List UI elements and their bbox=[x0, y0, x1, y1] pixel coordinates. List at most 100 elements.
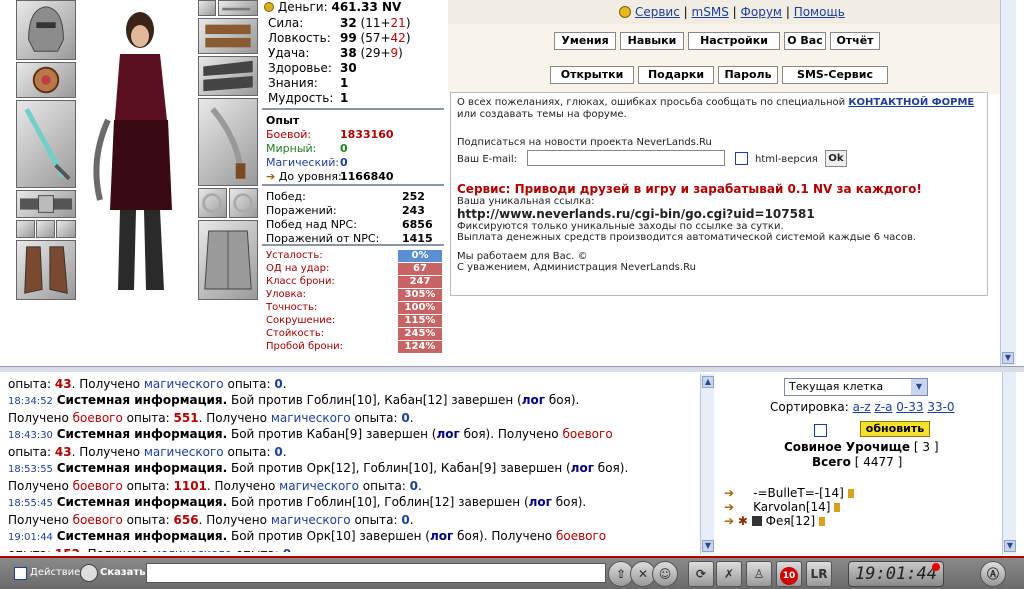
scroll-down-icon[interactable]: ▼ bbox=[1004, 540, 1016, 552]
chat-system-label: Системная информация. bbox=[56, 529, 228, 543]
battle-label: Побед: bbox=[266, 190, 306, 203]
helmet-slot[interactable] bbox=[16, 0, 76, 60]
tab-about[interactable]: О Вас bbox=[784, 32, 826, 50]
chat-system-label: Системная информация. bbox=[56, 427, 228, 441]
info-icon[interactable] bbox=[847, 489, 854, 498]
sort-za[interactable]: z-a bbox=[874, 400, 892, 414]
log-link[interactable]: лог bbox=[522, 393, 545, 407]
chat-scrollbar[interactable]: ▲ ▼ bbox=[700, 374, 714, 554]
alert-dot-icon bbox=[932, 563, 940, 571]
stat-close: ) bbox=[398, 46, 403, 60]
chat-message: 18:53:55 Системная информация. Бой проти… bbox=[8, 461, 629, 475]
bracers-slot[interactable] bbox=[198, 18, 258, 54]
menu-scrollbar[interactable]: ▼ bbox=[1000, 0, 1016, 366]
log-link[interactable]: лог bbox=[430, 529, 453, 543]
scroll-down-icon[interactable]: ▼ bbox=[1002, 352, 1014, 364]
ok-button[interactable]: Ok bbox=[825, 150, 847, 167]
arrow-right-icon[interactable]: ➔ bbox=[724, 486, 734, 500]
badge-icon[interactable]: 10 bbox=[776, 561, 802, 587]
arrow-right-icon[interactable]: ➔ bbox=[724, 514, 734, 528]
chat-time[interactable]: 18:34:52 bbox=[8, 396, 53, 407]
player-name[interactable]: -=BulleT=-[14] bbox=[753, 486, 844, 500]
param-value: 100% bbox=[398, 302, 442, 314]
sort-0-33[interactable]: 0-33 bbox=[896, 400, 923, 414]
player-name[interactable]: Karvolan[14] bbox=[753, 500, 830, 514]
tab-password[interactable]: Пароль bbox=[718, 66, 778, 84]
boots-slot[interactable] bbox=[16, 240, 76, 300]
chat-time[interactable]: 18:55:45 bbox=[8, 498, 53, 509]
players-scrollbar[interactable]: ▼ bbox=[1002, 372, 1016, 554]
subscribe-text: Подписаться на новости проекта NeverLand… bbox=[457, 137, 712, 148]
tab-abilities[interactable]: Навыки bbox=[620, 32, 684, 50]
players-panel: Текущая клетка ▼ Сортировка: a-z z-a 0-3… bbox=[714, 372, 1016, 554]
chat-line: опыта: 43. Получено магического опыта: 0… bbox=[8, 377, 287, 391]
param-label: Уловка: bbox=[266, 289, 307, 300]
param-label: Пробой брони: bbox=[266, 341, 343, 352]
action-checkbox[interactable] bbox=[14, 567, 27, 580]
tab-sms-service[interactable]: SMS-Сервис bbox=[782, 66, 888, 84]
link-service[interactable]: Сервис bbox=[635, 5, 680, 19]
unique-link-label: Ваша уникальная ссылка: bbox=[457, 196, 595, 207]
ring-slot-2[interactable] bbox=[36, 220, 55, 238]
stat-base: (57+ bbox=[356, 31, 391, 45]
ring-slot-4[interactable] bbox=[198, 188, 227, 218]
scroll-down-icon[interactable]: ▼ bbox=[702, 540, 714, 552]
log-link[interactable]: лог bbox=[436, 427, 459, 441]
tab-gifts[interactable]: Подарки bbox=[638, 66, 714, 84]
link-forum[interactable]: Форум bbox=[741, 5, 782, 19]
lr-icon[interactable]: LR bbox=[806, 561, 832, 587]
link-help[interactable]: Помощь bbox=[794, 5, 845, 19]
info-icon[interactable] bbox=[834, 503, 841, 512]
refresh-icon[interactable]: ⟳ bbox=[688, 561, 714, 587]
arrow-right-icon[interactable]: ➔ bbox=[724, 500, 734, 514]
armor-icon bbox=[204, 230, 252, 290]
link-msms[interactable]: mSMS bbox=[692, 5, 729, 19]
tab-cards[interactable]: Открытки bbox=[550, 66, 634, 84]
logo-icon[interactable]: Ⓐ bbox=[980, 561, 1006, 587]
refresh-button[interactable]: обновить bbox=[860, 421, 930, 437]
tab-settings[interactable]: Настройки bbox=[688, 32, 780, 50]
chat-time[interactable]: 18:43:30 bbox=[8, 430, 53, 441]
exp-magic-label: Магический: bbox=[266, 156, 340, 169]
player-name[interactable]: Фея[12] bbox=[766, 514, 816, 528]
amulet-slot[interactable] bbox=[16, 62, 76, 98]
log-link[interactable]: лог bbox=[571, 461, 594, 475]
chat-input[interactable] bbox=[146, 563, 606, 583]
gloves-slot-small[interactable] bbox=[198, 0, 216, 16]
player-item[interactable]: ➔ -=BulleT=-[14] bbox=[724, 486, 854, 500]
log-link[interactable]: лог bbox=[529, 495, 552, 509]
refresh-checkbox[interactable] bbox=[814, 424, 827, 437]
tab-report[interactable]: Отчёт bbox=[830, 32, 880, 50]
ring-slot-3[interactable] bbox=[56, 220, 76, 238]
place-name: Совиное Урочище bbox=[784, 440, 911, 454]
belt-slot[interactable] bbox=[16, 190, 76, 218]
sort-az[interactable]: a-z bbox=[853, 400, 871, 414]
player-item[interactable]: ➔ Karvolan[14] bbox=[724, 500, 841, 514]
chevron-down-icon[interactable]: ▼ bbox=[911, 379, 927, 395]
weapon-left-slot[interactable] bbox=[16, 100, 76, 188]
ring-slot-5[interactable] bbox=[229, 188, 258, 218]
weapon-right-slot[interactable] bbox=[198, 98, 258, 186]
scroll-up-icon[interactable]: ▲ bbox=[702, 376, 714, 388]
chat-time[interactable]: 18:53:55 bbox=[8, 464, 53, 475]
player-item[interactable]: ➔ ✱ Фея[12] bbox=[724, 514, 826, 528]
smile-icon[interactable]: ☺ bbox=[652, 561, 678, 587]
contact-form-link[interactable]: КОНТАКТНОЙ ФОРМЕ bbox=[848, 97, 974, 108]
sort-33-0[interactable]: 33-0 bbox=[927, 400, 954, 414]
armor-slot[interactable] bbox=[198, 220, 258, 300]
html-checkbox[interactable] bbox=[735, 152, 748, 165]
chat-time[interactable]: 19:01:44 bbox=[8, 532, 53, 543]
stat-value-row: 38 (29+9) bbox=[340, 46, 403, 60]
dagger-slot[interactable] bbox=[218, 0, 258, 16]
tab-skills[interactable]: Умения bbox=[554, 32, 616, 50]
email-input[interactable] bbox=[527, 150, 725, 166]
bug-icon: ✱ bbox=[737, 514, 748, 528]
person-icon[interactable]: ♙ bbox=[746, 561, 772, 587]
ring-slot-1[interactable] bbox=[16, 220, 35, 238]
gauntlets-slot[interactable] bbox=[198, 56, 258, 96]
link-separator: | bbox=[683, 5, 688, 19]
cross-swords-icon[interactable]: ✗ bbox=[716, 561, 742, 587]
unique-link[interactable]: http://www.neverlands.ru/cgi-bin/go.cgi?… bbox=[457, 207, 981, 221]
info-icon[interactable] bbox=[819, 517, 826, 526]
location-select[interactable]: Текущая клетка ▼ bbox=[784, 378, 928, 396]
